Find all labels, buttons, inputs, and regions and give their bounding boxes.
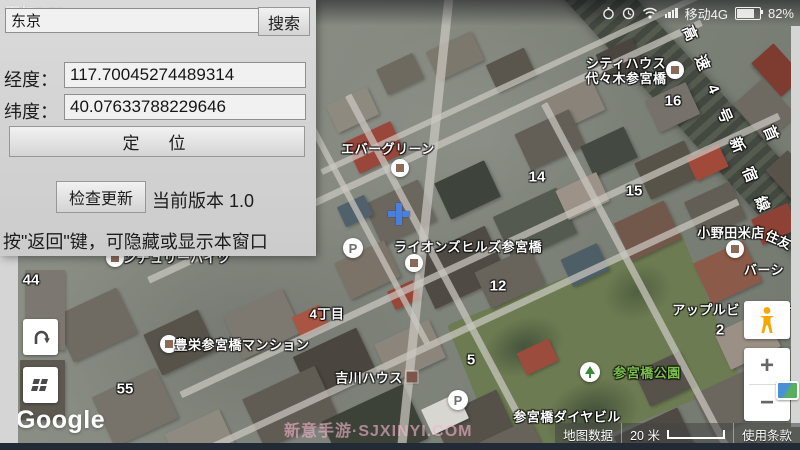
map-decor-patch — [426, 31, 485, 81]
map-decor-patch — [53, 288, 138, 363]
watermark-text: 新意手游·SJXINYI.COM — [284, 417, 472, 441]
wifi-icon — [642, 7, 658, 19]
map-type-button[interactable] — [23, 367, 58, 403]
longitude-label: 经度： — [4, 66, 58, 92]
hint-text: 按"返回"键，可隐藏或显示本窗口 — [3, 228, 268, 254]
block-number: 55 — [117, 381, 134, 398]
poi-square — [731, 245, 739, 253]
version-text: 当前版本 1.0 — [152, 187, 254, 213]
bottom-edge — [0, 443, 800, 450]
map-data-label: 地图数据 — [555, 423, 621, 445]
battery-icon — [735, 7, 761, 20]
poi-square — [396, 164, 404, 172]
poi-label-lions: ライオンズヒルズ参宮橋 — [394, 237, 542, 256]
status-bar: 移动4G 82% — [316, 0, 800, 26]
block-number: 15 — [626, 183, 643, 200]
poi-square — [410, 259, 418, 267]
google-logo: Google — [16, 406, 105, 435]
poi-label-yoshikawa: 吉川ハウス — [335, 368, 403, 387]
parking-icon: P — [343, 238, 363, 258]
alarm-icon — [602, 7, 615, 20]
window-edge-left — [0, 256, 18, 444]
mini-map-toggle[interactable] — [776, 381, 799, 400]
location-cross-icon — [388, 203, 410, 225]
scale-segment: 20 米 — [621, 423, 733, 445]
block-number: 14 — [529, 169, 546, 186]
zoom-in-button[interactable]: + — [744, 348, 790, 384]
map-decor-patch — [376, 53, 424, 95]
poi-marker-park — [580, 362, 600, 382]
poi-label-apple: アップルビ — [672, 300, 740, 319]
terms-link[interactable]: 使用条款 — [733, 423, 800, 445]
map-decor-patch — [580, 126, 638, 177]
poi-marker-evergreen — [391, 159, 409, 177]
scale-label: 20 米 — [630, 425, 660, 444]
battery-percent: 82% — [768, 6, 794, 21]
poi-marker-cityhouse — [666, 61, 684, 79]
block-number: 16 — [665, 93, 682, 110]
signal-icon — [665, 8, 678, 18]
latitude-label: 纬度： — [4, 98, 58, 124]
tree-icon — [584, 366, 596, 379]
poi-marker-lions — [405, 254, 423, 272]
longitude-input[interactable] — [64, 62, 306, 88]
block-number: 5 — [467, 352, 475, 369]
poi-marker-onoda — [726, 240, 744, 258]
parking-icon: P — [448, 390, 468, 410]
rotate-icon — [30, 327, 52, 348]
search-input[interactable] — [5, 8, 259, 33]
locate-button[interactable]: 定 位 — [9, 126, 305, 157]
map-attribution-bar: 地图数据 20 米 使用条款 — [555, 423, 800, 445]
poi-label-cityhouse: シティハウス 代々木参宮橋 — [585, 56, 666, 86]
scale-bar — [667, 430, 725, 439]
poi-marker-yoshikawa — [407, 372, 418, 383]
map-decor-patch — [434, 160, 501, 219]
poi-label-bashi: バーシ — [744, 260, 784, 279]
search-button[interactable]: 搜索 — [258, 7, 310, 36]
poi-label-onoda: 小野田米店 — [697, 223, 765, 242]
block-number: 44 — [23, 272, 40, 289]
rotate-button[interactable] — [23, 319, 58, 355]
check-update-button[interactable]: 检查更新 — [56, 181, 146, 213]
poi-square — [165, 340, 173, 348]
poi-square — [671, 66, 679, 74]
poi-label-park: 参宮橋公園 — [613, 363, 681, 382]
district-label-4chome: 4丁目 — [310, 304, 345, 323]
pegman-icon — [757, 306, 777, 334]
poi-label-hoei: 豊栄参宮橋マンション — [174, 335, 309, 354]
latitude-input[interactable] — [64, 94, 306, 120]
block-number: 2 — [716, 322, 724, 339]
app-overlay-panel: 下午2:53 搜索 经度： 纬度： 定 位 检查更新 当前版本 1.0 按"返回… — [0, 0, 316, 256]
window-edge-right — [791, 26, 800, 427]
poi-label-evergreen: エバーグリーン — [341, 139, 435, 158]
clock-icon — [622, 7, 635, 20]
tiles-icon — [30, 377, 52, 393]
block-number: 12 — [490, 278, 507, 295]
pegman-button[interactable] — [744, 301, 790, 339]
carrier-label: 移动4G — [685, 4, 728, 23]
